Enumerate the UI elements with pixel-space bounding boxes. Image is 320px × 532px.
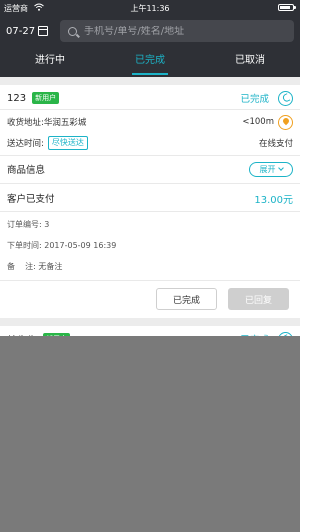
separator (0, 318, 300, 326)
delivery-tag: 尽快送达 (47, 136, 88, 150)
payment-method: 在线支付 (258, 139, 293, 149)
calendar-icon (38, 26, 49, 36)
app-header: 运营商 上午11:36 07-27 进行中 已完成 已取消 (0, 0, 300, 77)
status-bar: 运营商 上午11:36 (0, 0, 300, 15)
address-label: 收货地址: (7, 118, 44, 128)
order-time: 下单时间: 2017-05-09 16:39 (7, 240, 117, 250)
divider (0, 211, 300, 212)
tab-cancelled[interactable]: 已取消 (200, 48, 300, 77)
completed-button[interactable]: 已完成 (156, 288, 217, 310)
loading-overlay (0, 336, 300, 532)
expand-button[interactable]: 展开 (249, 161, 293, 177)
address-row: 收货地址: 华润五彩城 <100m (7, 113, 293, 131)
order-card: 123 新用户 已完成 收货地址: 华润五彩城 <100m 送达时间: 尽快送达… (0, 85, 300, 318)
order-number-row: 订单编号: 3 (7, 216, 293, 232)
replied-button[interactable]: 已回复 (228, 288, 289, 310)
chevron-down-icon (277, 165, 284, 171)
divider (0, 109, 300, 110)
order-amount: 13.00元 (254, 194, 293, 206)
tab-in-progress[interactable]: 进行中 (0, 48, 100, 77)
order-remark: 备 注: 无备注 (7, 261, 63, 271)
search-bar[interactable] (60, 20, 294, 42)
goods-row: 商品信息 展开 (7, 160, 293, 178)
location-pin-icon[interactable] (278, 114, 293, 130)
order-header-row: 123 新用户 已完成 (7, 89, 293, 107)
delivery-row: 送达时间: 尽快送达 在线支付 (7, 135, 293, 151)
new-user-badge: 新用户 (32, 92, 60, 104)
search-icon (68, 26, 77, 36)
paid-label: 客户已支付 (7, 194, 55, 205)
battery-icon (278, 4, 296, 11)
tab-completed[interactable]: 已完成 (100, 48, 200, 77)
payment-row: 客户已支付 13.00元 (7, 188, 293, 208)
distance-text: <100m (242, 117, 274, 127)
goods-title: 商品信息 (7, 165, 46, 176)
remark-row: 备 注: 无备注 (7, 258, 293, 274)
order-status: 已完成 (240, 94, 269, 105)
phone-icon[interactable] (278, 90, 293, 106)
customer-name: 123 (7, 92, 27, 104)
date-picker-button[interactable]: 07-27 (6, 22, 49, 40)
status-time: 上午11:36 (130, 4, 170, 13)
address-value: 华润五彩城 (43, 118, 87, 128)
date-label: 07-27 (6, 25, 36, 37)
divider (0, 280, 300, 281)
divider (0, 155, 300, 156)
divider (0, 183, 300, 184)
separator (0, 77, 300, 85)
order-time-row: 下单时间: 2017-05-09 16:39 (7, 237, 293, 253)
delivery-label: 送达时间: (7, 139, 44, 149)
expand-label: 展开 (259, 164, 276, 174)
search-input[interactable] (84, 25, 274, 37)
order-tabs: 进行中 已完成 已取消 (0, 48, 300, 77)
order-number: 订单编号: 3 (7, 219, 50, 229)
